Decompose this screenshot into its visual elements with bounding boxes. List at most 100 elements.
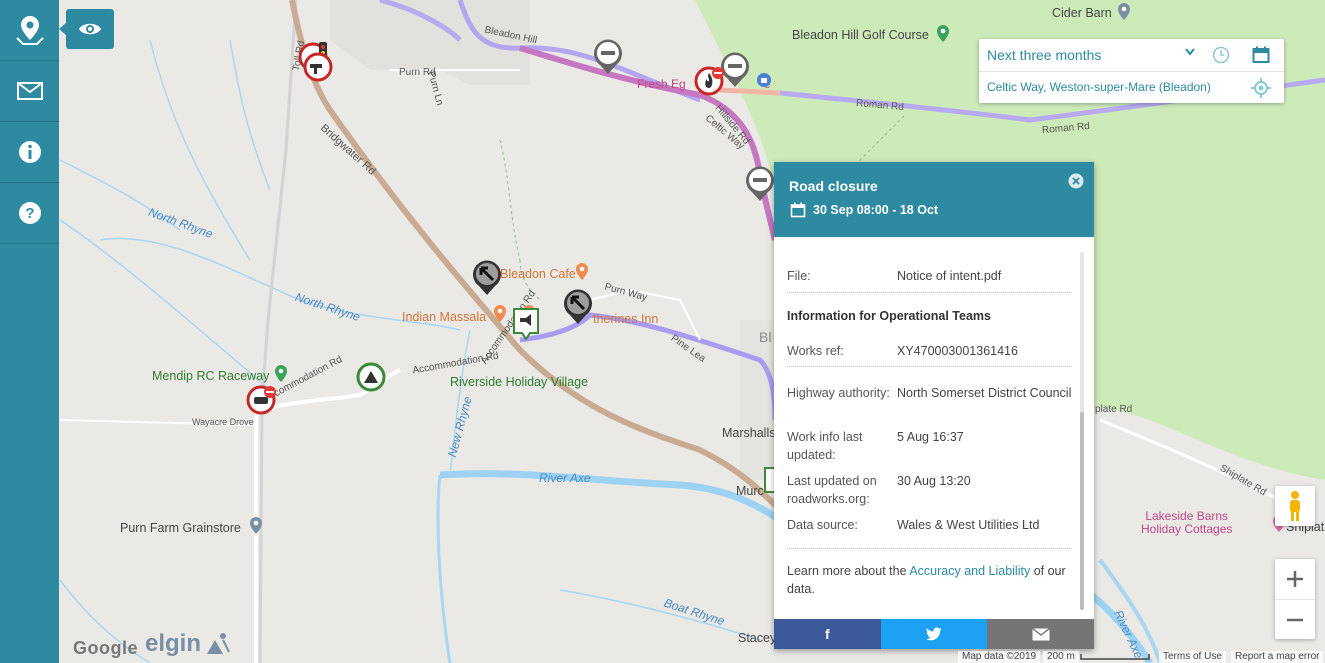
minus-icon [1287,618,1303,622]
poi-pin-icon[interactable] [1117,3,1131,21]
scale-label: 200 m [1043,651,1079,663]
diversion-marker-icon[interactable] [469,257,505,297]
terms-link[interactable]: Terms of Use [1159,651,1226,663]
label-mendip-raceway: Mendip RC Raceway [152,369,270,383]
diversion-marker-icon[interactable] [560,286,596,326]
period-select[interactable]: Next three months [987,47,1101,63]
popup-header: Road closure 30 Sep 08:00 - 18 Oct [774,162,1094,237]
shop-pin-icon[interactable] [756,72,772,90]
label-lakeside: Lakeside Barns Holiday Cottages [1141,509,1233,536]
scrollbar-thumb[interactable] [1080,412,1084,610]
source-link[interactable]: Wales & West Utilities Ltd [897,516,1077,534]
filter-panel: Next three months Celtic Way, Weston-sup… [979,39,1284,103]
help-icon: ? [18,202,41,224]
label-bl: Bl [759,329,772,345]
filter-period-row: Next three months [979,39,1284,72]
label-golf-course: Bleadon Hill Golf Course [792,28,929,42]
twitter-share-button[interactable] [880,619,988,649]
label-stacey: Stacey [738,631,777,645]
visibility-toggle-button[interactable] [59,9,114,49]
label-marshalls: Marshalls [722,426,776,440]
elgin-worker-icon [207,633,230,654]
street-view-button[interactable] [1275,486,1315,526]
facebook-icon: f [825,626,830,642]
calendar-icon [790,202,806,218]
map-pin-eye-icon [15,16,44,45]
label-fresh-egg: Fresh Eg [637,77,686,91]
facebook-share-button[interactable]: f [774,619,881,649]
cafe-pin-icon[interactable] [575,263,589,281]
close-icon[interactable] [1068,173,1084,189]
golf-pin-icon[interactable] [936,25,950,43]
zoom-out-button[interactable] [1275,600,1315,640]
label-bleadon-cafe: Bleadon Cafe [500,267,576,281]
divider [787,548,1072,549]
label-cider-barn: Cider Barn [1052,6,1112,20]
info-icon [18,141,41,163]
footer-text: Learn more about the Accuracy and Liabil… [787,562,1072,598]
divider [787,366,1072,367]
envelope-icon [16,82,43,100]
grainstore-pin-icon[interactable] [249,517,263,535]
share-bar: f [774,619,1095,649]
zoom-control [1275,559,1315,639]
plus-icon [1287,571,1303,587]
file-link[interactable]: Notice of intent.pdf [897,267,1077,285]
sidebar: ? [0,0,59,663]
map-data-attribution: Map data ©2019 [958,651,1041,663]
roadworks-marker-icon[interactable] [356,362,388,396]
roadworks-popup: Road closure 30 Sep 08:00 - 18 Oct File:… [774,162,1095,649]
google-logo: Google [73,638,138,658]
source-label: Data source: [787,518,858,532]
zoom-in-button[interactable] [1275,559,1315,600]
workinfo-value: 5 Aug 16:37 [897,430,964,444]
report-error-link[interactable]: Report a map error [1231,651,1324,663]
lastupdated-value: 30 Aug 13:20 [897,474,971,488]
eye-icon [79,23,101,35]
calendar-icon[interactable] [1252,46,1270,64]
elgin-logo: elgin [145,630,202,657]
lastupdated-label: Last updated on roadworks.org: [787,474,877,506]
popup-title: Road closure [789,178,878,194]
footer-pre: Learn more about the [787,564,910,578]
label-murc: Murc [736,484,764,498]
restaurant-pin-icon[interactable] [493,305,507,323]
file-label: File: [787,269,811,283]
workinfo-label: Work info last updated: [787,430,863,462]
road-closure-marker-icon[interactable] [743,163,777,203]
help-button[interactable]: ? [0,183,59,244]
label-wayacre: Wayacre Drove [192,417,254,427]
location-text[interactable]: Celtic Way, Weston-super-Mare (Bleadon) [987,80,1211,94]
email-share-button[interactable] [987,619,1095,649]
raceway-pin-icon[interactable] [274,365,288,383]
locate-icon[interactable] [1251,78,1271,98]
label-river-axe-1: River Axe [539,471,591,485]
chevron-down-icon[interactable] [1185,48,1195,56]
car-closure-marker-icon[interactable] [246,385,280,421]
label-purn-farm: Purn Farm Grainstore [120,521,241,535]
map-pin-eye-button[interactable] [0,0,59,61]
label-catherines-inn: therines Inn [593,312,659,326]
label-shiplate-rd-1: plate Rd [1095,404,1133,415]
hazard-marker-icon[interactable] [694,66,728,102]
event-marker-icon[interactable] [511,306,541,340]
works-ref-link[interactable]: XY470003001361416 [897,342,1077,360]
pegman-icon [1290,491,1300,521]
messages-button[interactable] [0,61,59,122]
scale-bar [1080,654,1150,660]
popup-dates: 30 Sep 08:00 - 18 Oct [813,203,939,217]
section-title: Information for Operational Teams [787,309,991,323]
water-works-marker-icon[interactable] [303,52,337,88]
label-indian-massala: Indian Massala [402,310,487,324]
svg-text:?: ? [25,205,34,222]
highway-value: North Somerset District Council [897,386,1072,400]
road-closure-marker-icon[interactable] [591,36,625,76]
works-ref-label: Works ref: [787,344,844,358]
highway-label: Highway authority: [787,386,890,400]
twitter-icon [926,627,942,641]
label-riverside: Riverside Holiday Village [450,375,589,389]
clock-icon[interactable] [1212,46,1230,64]
divider [787,292,1072,293]
info-button[interactable] [0,122,59,183]
accuracy-link[interactable]: Accuracy and Liability [909,564,1030,578]
